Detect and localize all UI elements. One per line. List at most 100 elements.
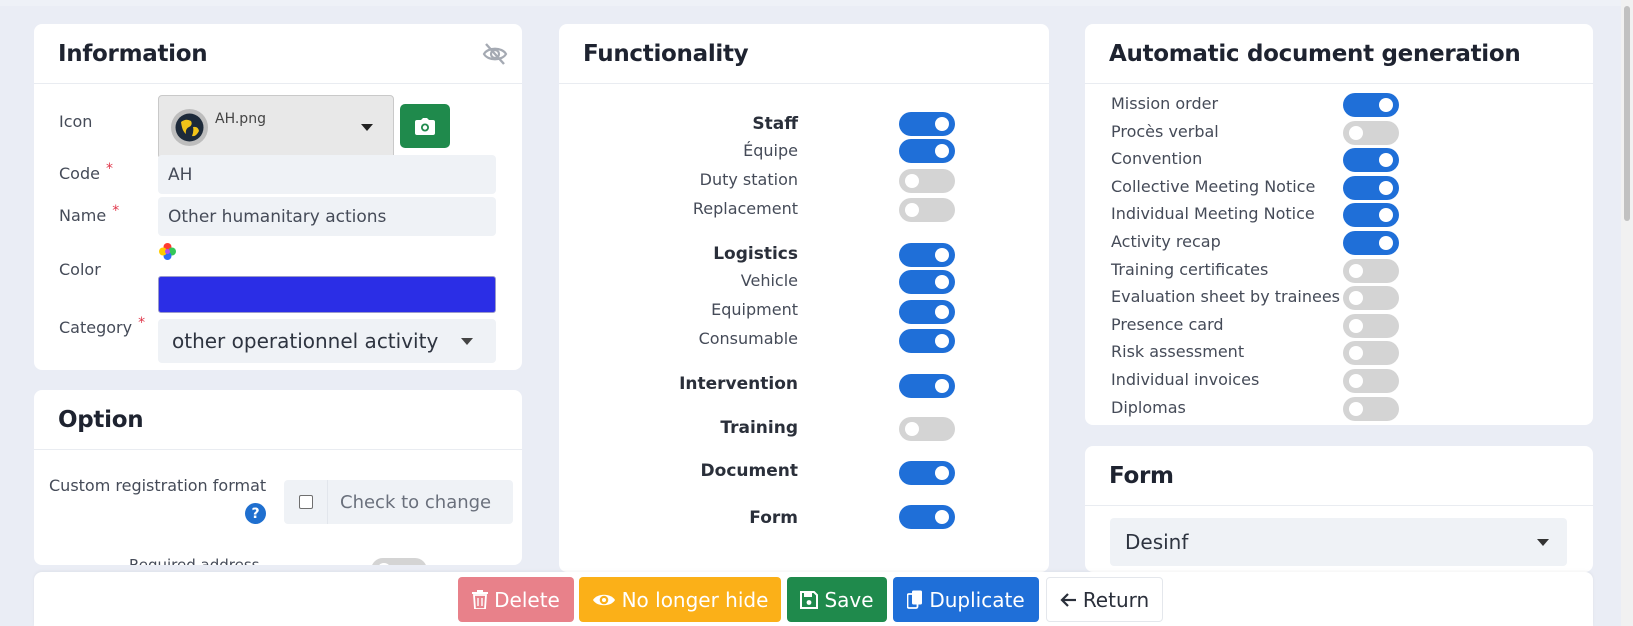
- custom-format-placeholder: Check to change: [340, 492, 492, 513]
- auto-doc-label: Individual invoices: [1111, 370, 1260, 389]
- return-button[interactable]: Return: [1046, 577, 1163, 622]
- code-input[interactable]: AH: [158, 155, 496, 194]
- icon-filename: AH.png: [215, 111, 266, 127]
- functionality-label: Form: [749, 508, 798, 528]
- duplicate-button[interactable]: Duplicate: [893, 577, 1039, 622]
- auto-doc-label: Presence card: [1111, 314, 1224, 334]
- functionality-toggle[interactable]: [899, 417, 955, 441]
- code-label: Code *: [59, 161, 113, 183]
- functionality-label: Replacement: [692, 199, 798, 218]
- eye-off-icon[interactable]: [482, 41, 508, 67]
- functionality-label: Equipment: [711, 300, 798, 319]
- option-card: Option Custom registration format ? Chec…: [34, 390, 522, 565]
- auto-doc-label: Diplomas: [1111, 397, 1186, 417]
- category-label: Category *: [59, 315, 146, 337]
- form-header: Form: [1085, 446, 1593, 506]
- functionality-toggle[interactable]: [899, 374, 955, 398]
- functionality-toggle[interactable]: [899, 139, 955, 163]
- functionality-toggle[interactable]: [899, 505, 955, 529]
- chevron-down-icon: [461, 338, 473, 345]
- auto-doc-label: Mission order: [1111, 94, 1219, 113]
- custom-format-checkbox-wrap: [284, 480, 328, 524]
- option-title: Option: [58, 406, 144, 433]
- globe-icon: [171, 109, 208, 146]
- save-button[interactable]: Save: [787, 577, 887, 622]
- functionality-card: Functionality Staff Équipe Duty station Rep…: [559, 24, 1049, 572]
- chevron-down-icon: [1537, 539, 1549, 546]
- category-value: other operationnel activity: [172, 329, 439, 353]
- name-input[interactable]: Other humanitary actions: [158, 197, 496, 236]
- required-address-label: Required address: [129, 556, 260, 565]
- form-card: Form Desinf: [1085, 446, 1593, 572]
- form-title: Form: [1109, 462, 1174, 489]
- auto-doc-toggle[interactable]: [1343, 93, 1399, 117]
- functionality-toggle[interactable]: [899, 112, 955, 136]
- information-header: Information: [34, 24, 522, 84]
- camera-button[interactable]: [400, 104, 450, 148]
- auto-doc-label: Evaluation sheet by trainees: [1111, 287, 1341, 307]
- color-wheel-icon[interactable]: [158, 242, 177, 261]
- save-label: Save: [824, 587, 874, 612]
- auto-doc-toggle[interactable]: [1343, 203, 1399, 228]
- form-selected-value: Desinf: [1125, 530, 1189, 554]
- functionality-header: Functionality: [559, 24, 1049, 84]
- action-bar: Delete No longer hide Save Duplicate Ret…: [34, 572, 1593, 626]
- functionality-label: Vehicle: [740, 271, 798, 290]
- functionality-label: Logistics: [713, 244, 798, 264]
- name-label: Name *: [59, 203, 120, 225]
- trash-icon: [472, 590, 489, 609]
- functionality-label: Duty station: [699, 170, 798, 189]
- icon-select[interactable]: AH.png: [158, 95, 394, 159]
- top-strip: [0, 0, 1633, 6]
- auto-docs-title: Automatic document generation: [1109, 40, 1521, 67]
- delete-label: Delete: [494, 587, 560, 612]
- information-card: Information Icon AH.png Code * AH Name * O…: [34, 24, 522, 370]
- auto-doc-label: Activity recap: [1111, 232, 1221, 251]
- color-swatch[interactable]: [158, 276, 496, 313]
- functionality-toggle[interactable]: [899, 198, 955, 222]
- chevron-down-icon: [361, 124, 373, 131]
- auto-doc-toggle[interactable]: [1343, 396, 1399, 421]
- auto-doc-toggle[interactable]: [1343, 175, 1399, 200]
- functionality-label: Training: [720, 418, 798, 438]
- functionality-label: Équipe: [743, 141, 798, 160]
- auto-doc-toggle[interactable]: [1343, 231, 1399, 255]
- auto-doc-toggle[interactable]: [1343, 286, 1399, 311]
- delete-button[interactable]: Delete: [458, 577, 574, 622]
- auto-doc-label: Individual Meeting Notice: [1111, 204, 1315, 224]
- auto-doc-toggle[interactable]: [1343, 313, 1399, 338]
- auto-doc-toggle[interactable]: [1343, 120, 1399, 145]
- category-select[interactable]: other operationnel activity: [158, 319, 496, 363]
- functionality-title: Functionality: [583, 40, 749, 67]
- functionality-toggle[interactable]: [899, 270, 955, 294]
- no-longer-hide-button[interactable]: No longer hide: [579, 577, 781, 622]
- auto-doc-toggle[interactable]: [1343, 258, 1399, 283]
- custom-format-label: Custom registration format: [49, 476, 267, 495]
- functionality-toggle[interactable]: [899, 169, 955, 193]
- auto-doc-label: Training certificates: [1111, 259, 1269, 279]
- help-icon[interactable]: ?: [245, 503, 266, 524]
- auto-doc-toggle[interactable]: [1343, 341, 1399, 366]
- functionality-toggle[interactable]: [899, 243, 955, 267]
- functionality-toggle[interactable]: [899, 300, 955, 324]
- form-select[interactable]: Desinf: [1110, 518, 1567, 566]
- functionality-label: Staff: [752, 114, 798, 134]
- auto-doc-label: Procès verbal: [1111, 121, 1219, 141]
- option-header: Option: [34, 390, 522, 450]
- required-address-toggle[interactable]: [371, 558, 427, 565]
- auto-doc-toggle[interactable]: [1343, 369, 1399, 393]
- custom-format-group: Check to change: [284, 480, 513, 524]
- functionality-toggle[interactable]: [899, 329, 955, 353]
- camera-icon: [415, 117, 435, 135]
- scrollbar-thumb[interactable]: [1624, 6, 1630, 221]
- arrow-left-icon: [1060, 592, 1076, 607]
- functionality-toggle[interactable]: [899, 461, 955, 485]
- auto-doc-label: Collective Meeting Notice: [1111, 176, 1316, 196]
- information-title: Information: [58, 40, 208, 67]
- icon-label: Icon: [59, 112, 93, 131]
- auto-doc-toggle[interactable]: [1343, 148, 1399, 173]
- custom-format-checkbox[interactable]: [298, 495, 313, 509]
- duplicate-label: Duplicate: [929, 587, 1025, 612]
- page-scrollbar[interactable]: [1621, 0, 1633, 626]
- functionality-label: Document: [700, 461, 798, 481]
